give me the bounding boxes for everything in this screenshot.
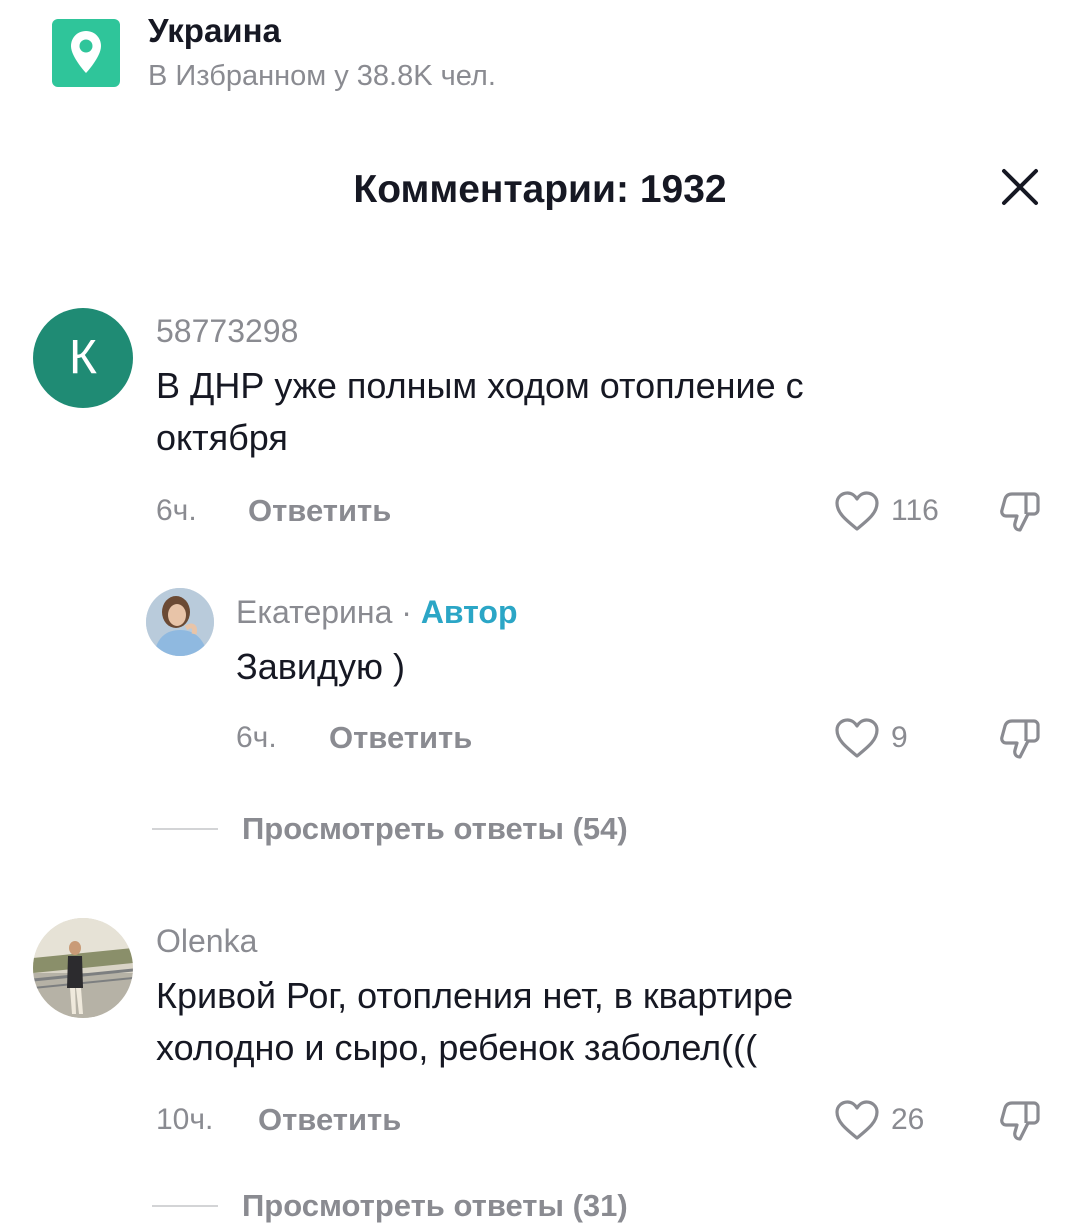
thumbs-down-icon	[1000, 1101, 1040, 1141]
dislike-button[interactable]	[998, 717, 1042, 761]
close-button[interactable]	[998, 165, 1042, 209]
avatar-letter: К	[69, 331, 97, 384]
view-replies-button[interactable]: Просмотреть ответы (31)	[242, 1188, 628, 1224]
author-separator: ·	[401, 594, 412, 630]
comment-text: Кривой Рог, отопления нет, в квартире хо…	[156, 975, 794, 1068]
avatar-photo	[33, 918, 133, 1018]
author-badge: Автор	[420, 594, 518, 630]
like-count: 116	[891, 494, 939, 527]
avatar[interactable]	[33, 918, 133, 1018]
heart-icon	[835, 718, 879, 758]
dislike-button[interactable]	[998, 490, 1042, 534]
comment-text: В ДНР уже полным ходом отопление с октяб…	[156, 365, 804, 458]
comment-username[interactable]: 58773298	[156, 313, 298, 350]
location-pin-icon	[71, 31, 101, 73]
avatar-photo	[146, 588, 214, 656]
location-badge[interactable]	[52, 19, 120, 87]
comment-time: 10ч.	[156, 1103, 214, 1136]
dislike-button[interactable]	[998, 1099, 1042, 1143]
comment-username[interactable]: Olenka	[156, 923, 257, 960]
avatar[interactable]	[146, 588, 214, 656]
comment-time: 6ч.	[156, 494, 197, 527]
location-favorites-count: В Избранном у 38.8K чел.	[148, 60, 496, 92]
heart-icon	[835, 491, 879, 531]
comment-username: Екатерина · Автор	[236, 594, 518, 631]
view-replies-button[interactable]: Просмотреть ответы (54)	[242, 811, 628, 847]
thumbs-down-icon	[1000, 492, 1040, 532]
like-count: 26	[891, 1103, 925, 1136]
comment-time: 6ч.	[236, 721, 277, 754]
like-button[interactable]	[834, 1099, 880, 1141]
heart-icon	[835, 1100, 879, 1140]
close-icon	[1002, 169, 1038, 205]
reply-username[interactable]: Екатерина	[236, 594, 392, 630]
location-title[interactable]: Украина	[148, 12, 281, 50]
like-button[interactable]	[834, 490, 880, 532]
comment-text: Завидую )	[236, 646, 405, 687]
comments-title: Комментарии: 1932	[353, 168, 727, 211]
like-button[interactable]	[834, 717, 880, 759]
like-count: 9	[891, 721, 908, 754]
replies-divider	[152, 1205, 218, 1207]
thumbs-down-icon	[1000, 719, 1040, 759]
reply-button[interactable]: Ответить	[329, 720, 472, 756]
reply-button[interactable]: Ответить	[258, 1102, 401, 1138]
replies-divider	[152, 828, 218, 830]
avatar[interactable]: К	[33, 308, 133, 408]
reply-button[interactable]: Ответить	[248, 493, 391, 529]
